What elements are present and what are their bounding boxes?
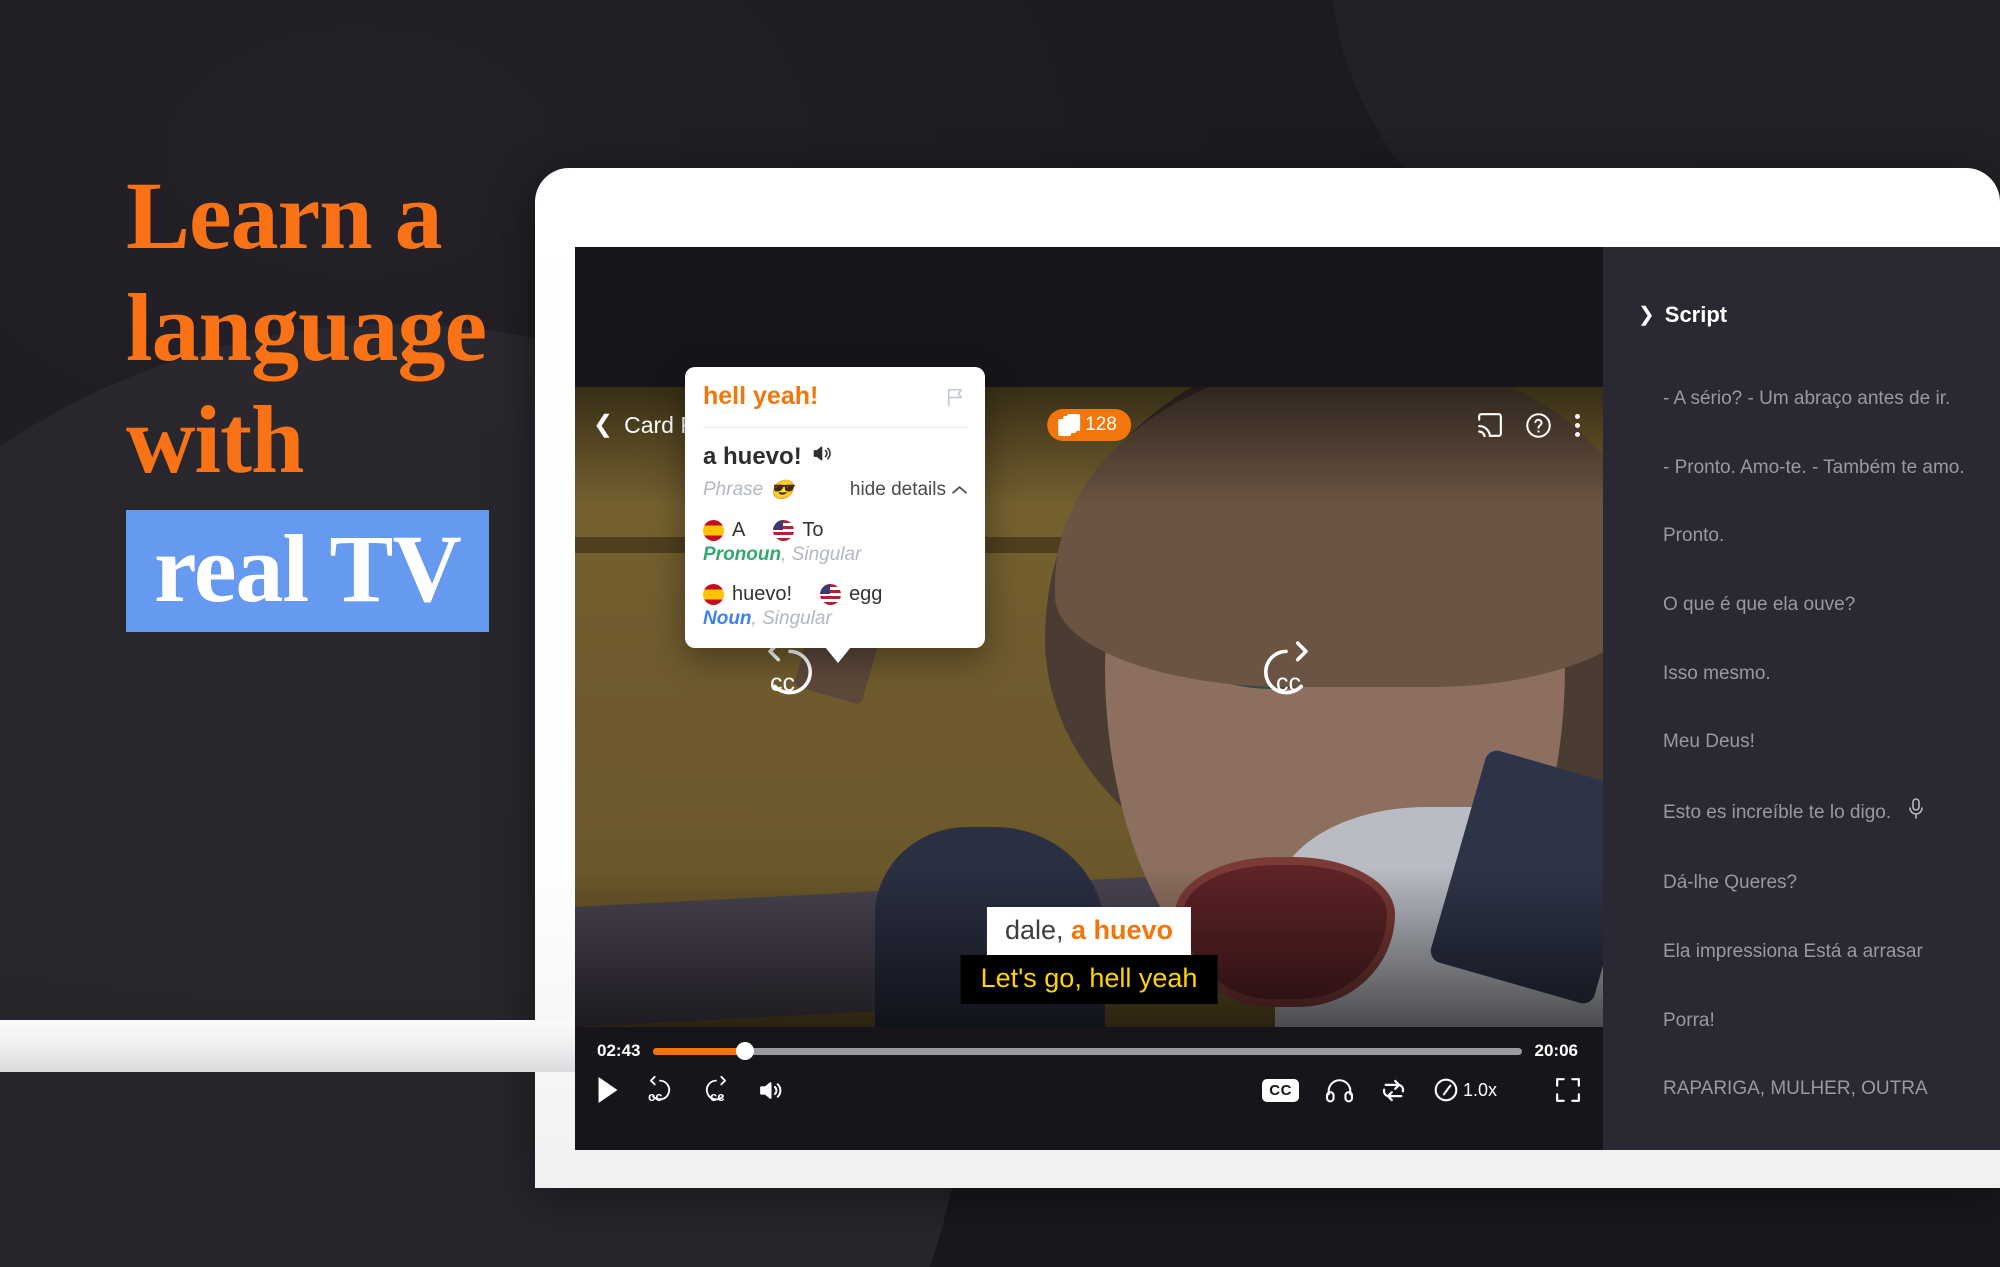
hide-details-label: hide details [849, 479, 946, 500]
script-lines-list: - A sério? - Um abraço antes de ir. - Pro… [1603, 328, 2000, 1102]
volume-button[interactable] [757, 1078, 784, 1103]
app-screen: ❮ Card Flight Ep. 01 128 [575, 247, 2000, 1150]
forward-cc-button[interactable]: cc [701, 1075, 731, 1105]
script-line-text: - Pronto. Amo-te. - Também te amo. [1663, 456, 1965, 478]
fullscreen-button[interactable] [1555, 1077, 1581, 1103]
flag-usa-icon [820, 584, 842, 605]
card-count-value: 128 [1085, 414, 1117, 435]
chevron-right-icon[interactable]: ❯ [1638, 305, 1655, 325]
cards-stack-icon [1058, 414, 1081, 436]
total-time: 20:06 [1534, 1041, 1578, 1060]
rewind-cc-button-label: cc [648, 1089, 663, 1104]
progress-thumb[interactable] [735, 1042, 754, 1060]
script-panel-title: Script [1664, 302, 1728, 327]
script-panel-header[interactable]: ❯ Script [1603, 247, 2000, 328]
control-buttons-row: cc cc CC 1.0x [575, 1061, 1603, 1105]
script-line-text: Ela impressiona Está a arrasar [1663, 941, 1923, 963]
progress-scrubber[interactable] [653, 1042, 1522, 1060]
script-line-text: RAPARIGA, MULHER, OUTRA [1663, 1078, 1928, 1100]
script-line-text: Dá-lhe Queres? [1663, 872, 1798, 894]
script-line-text: - A sério? - Um abraço antes de ir. [1663, 388, 1951, 409]
playback-speed-label: 1.0x [1462, 1079, 1497, 1100]
progress-row: 02:43 20:06 [575, 1027, 1603, 1061]
script-line-text: O que é que ela ouve? [1663, 593, 1856, 615]
subtitle-translation: Let's go, hell yeah [960, 955, 1218, 1004]
subtitle-native-prefix: dale, [1004, 915, 1072, 945]
hide-details-toggle[interactable]: hide details [850, 479, 967, 501]
loop-icon[interactable] [1380, 1077, 1407, 1104]
card-count-badge[interactable]: 128 [1047, 409, 1131, 441]
forward-cc-button-label: cc [710, 1089, 725, 1104]
script-line-text: Esto es increíble te lo digo. [1663, 801, 1892, 823]
script-line[interactable]: Porra! [1663, 1008, 1972, 1034]
headline-line-2: language [126, 274, 487, 381]
flag-usa-icon [773, 520, 795, 541]
progress-fill [653, 1047, 745, 1055]
word-entry-number: Singular [791, 544, 862, 565]
word-entry-target: egg [849, 583, 883, 605]
script-line-text: Pronto. [1663, 525, 1725, 547]
player-controls: 02:43 20:06 cc cc CC 1.0x [575, 1027, 1603, 1150]
kebab-menu-icon[interactable] [1574, 412, 1581, 439]
headline-line-1: Learn a [126, 162, 443, 269]
forward-captions-button[interactable]: cc [1253, 639, 1319, 705]
playback-speed-button[interactable]: 1.0x [1433, 1077, 1497, 1103]
help-circle-icon[interactable] [1525, 412, 1552, 439]
script-line-text: Porra! [1663, 1009, 1715, 1031]
hero-headline: Learn a language with real TV [126, 160, 746, 632]
chevron-up-icon [952, 486, 967, 494]
word-entry-number: Singular [762, 608, 832, 629]
script-line[interactable]: Dá-lhe Queres? [1663, 870, 1972, 896]
control-buttons-right: CC 1.0x [1262, 1077, 1581, 1104]
script-line-text: Isso mesmo. [1663, 662, 1771, 684]
rewind-cc-button[interactable]: cc [645, 1075, 675, 1105]
word-entry-target: To [802, 519, 824, 541]
cast-icon[interactable] [1477, 413, 1503, 437]
current-time: 02:43 [597, 1041, 641, 1060]
captions-toggle-button[interactable]: CC [1262, 1078, 1299, 1102]
subtitle-native[interactable]: dale, a huevo [986, 907, 1192, 956]
rewind-captions-button[interactable]: cc [757, 639, 823, 705]
script-line[interactable]: Esto es increíble te lo digo. [1663, 798, 1972, 828]
headline-highlight: real TV [126, 510, 489, 632]
script-line-text: Meu Deus! [1663, 731, 1755, 753]
script-line[interactable]: Isso mesmo. [1663, 661, 1972, 687]
headphones-icon[interactable] [1325, 1077, 1354, 1103]
script-panel: ❯ Script - A sério? - Um abraço antes de… [1603, 247, 2000, 1150]
microphone-icon[interactable] [1907, 798, 1925, 828]
play-button[interactable] [597, 1077, 619, 1103]
speaker-icon[interactable] [811, 443, 832, 471]
subtitle-native-highlight[interactable]: a huevo [1071, 915, 1173, 945]
popup-pointer [825, 647, 851, 663]
flag-report-icon[interactable] [944, 386, 967, 414]
rewind-cc-label: cc [770, 669, 795, 697]
script-line[interactable]: O que é que ela ouve? [1663, 592, 1972, 618]
script-line[interactable]: Pronto. [1663, 523, 1972, 549]
script-line[interactable]: Meu Deus! [1663, 729, 1972, 755]
cool-emoji: 😎 [770, 480, 794, 501]
script-line[interactable]: - Pronto. Amo-te. - Também te amo. [1663, 455, 1972, 481]
headline-line-3: with [126, 386, 304, 493]
script-line[interactable]: RAPARIGA, MULHER, OUTRA [1663, 1076, 1972, 1102]
video-top-bar-actions [1477, 412, 1581, 439]
script-line[interactable]: Ela impressiona Está a arrasar [1663, 939, 1972, 965]
forward-cc-label: cc [1276, 669, 1301, 697]
script-line[interactable]: - A sério? - Um abraço antes de ir. [1663, 386, 1972, 412]
